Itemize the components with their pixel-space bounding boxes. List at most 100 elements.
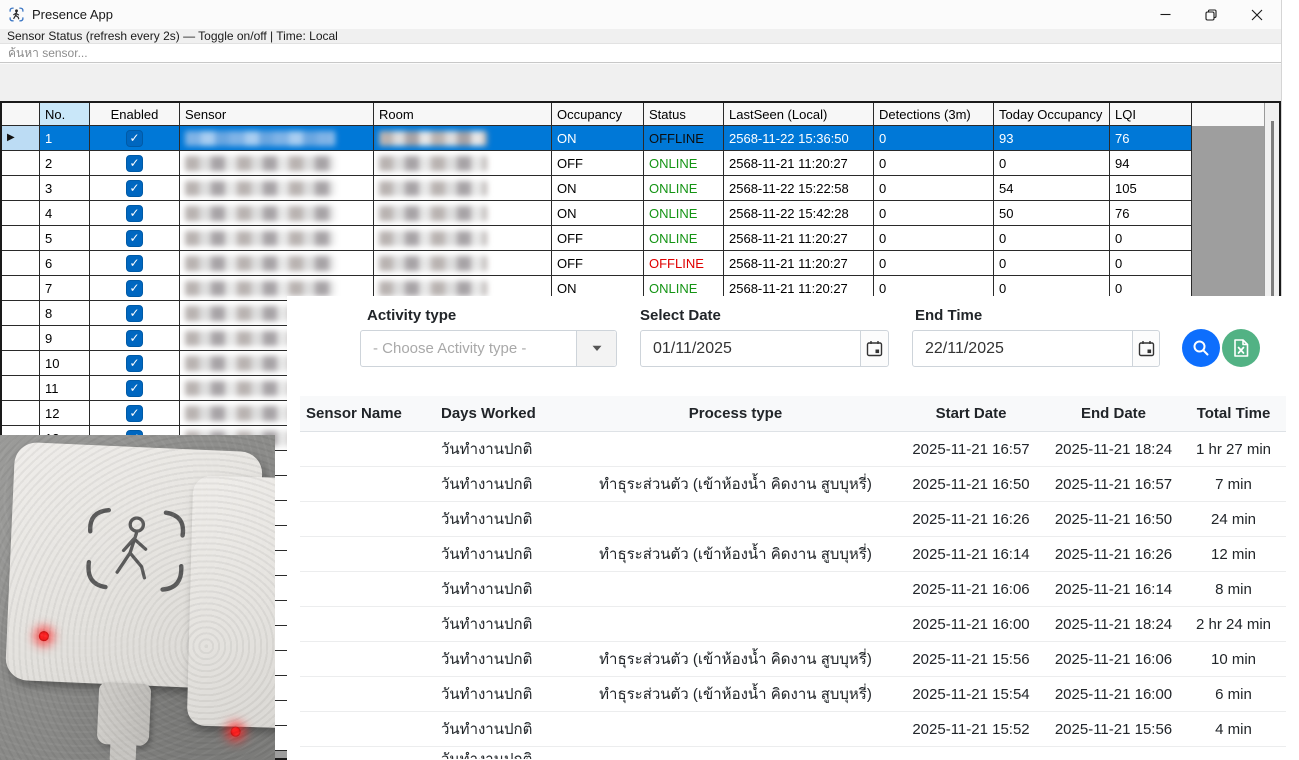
activity-total-cell: 2 hr 24 min — [1181, 616, 1286, 633]
cell-room — [374, 126, 552, 151]
sensor-photo — [0, 435, 275, 760]
status-strip: Sensor Status (refresh every 2s) — Toggl… — [0, 29, 1281, 43]
row-selector-cell[interactable] — [2, 176, 40, 201]
minimize-button[interactable] — [1142, 0, 1188, 29]
activity-days-cell: วันทำงานปกติ — [435, 542, 575, 566]
grid-column-header[interactable]: Enabled — [90, 103, 180, 126]
grid-column-header[interactable]: LQI — [1110, 103, 1192, 126]
activity-end-cell: 2025-11-21 16:26 — [1046, 546, 1181, 563]
sensor-grid-row[interactable]: 4✓ONONLINE2568-11-22 15:42:2805076 — [2, 201, 1279, 226]
enabled-checkbox[interactable]: ✓ — [126, 155, 143, 172]
cell-room — [374, 201, 552, 226]
cell-lastseen: 2568-11-22 15:42:28 — [724, 201, 874, 226]
sensor-grid-row[interactable]: 2✓OFFONLINE2568-11-21 11:20:270094 — [2, 151, 1279, 176]
activity-start-cell: 2025-11-21 16:57 — [896, 441, 1046, 458]
start-date-input[interactable] — [641, 331, 860, 366]
cell-lastseen: 2568-11-21 11:20:27 — [724, 251, 874, 276]
activity-total-cell: 8 min — [1181, 581, 1286, 598]
grid-column-header[interactable]: No. — [40, 103, 90, 126]
grid-corner-cell — [2, 103, 40, 126]
row-selector-cell[interactable] — [2, 376, 40, 401]
grid-column-header[interactable]: Status — [644, 103, 724, 126]
cell-enabled: ✓ — [90, 151, 180, 176]
row-selector-cell[interactable] — [2, 151, 40, 176]
cell-detections: 0 — [874, 176, 994, 201]
grid-column-header[interactable]: Detections (3m) — [874, 103, 994, 126]
activity-process-cell: ทำธุระส่วนตัว (เข้าห้องน้ำ คิดงาน สูบบุห… — [575, 647, 896, 671]
status-led — [230, 727, 240, 737]
grid-column-header[interactable]: Today Occupancy — [994, 103, 1110, 126]
cell-lqi: 105 — [1110, 176, 1192, 201]
activity-days-cell: วันทำงานปกติ — [435, 507, 575, 531]
end-date-field — [912, 330, 1160, 367]
search-button[interactable] — [1182, 329, 1220, 367]
cell-today-occupancy: 0 — [994, 251, 1110, 276]
activity-type-dropdown[interactable]: - Choose Activity type - — [360, 330, 617, 367]
enabled-checkbox[interactable]: ✓ — [126, 230, 143, 247]
enabled-checkbox[interactable]: ✓ — [126, 405, 143, 422]
cell-no: 7 — [40, 276, 90, 301]
activity-days-cell: วันทำงานปกติ — [435, 612, 575, 636]
redacted-room-name — [379, 131, 487, 146]
excel-file-icon — [1233, 339, 1249, 357]
row-selector-cell[interactable] — [2, 326, 40, 351]
grid-column-header[interactable]: Occupancy — [552, 103, 644, 126]
row-selector-cell[interactable] — [2, 251, 40, 276]
enabled-checkbox[interactable]: ✓ — [126, 305, 143, 322]
sensor-search-input[interactable] — [0, 44, 1281, 62]
row-selector-cell[interactable]: ▶ — [2, 126, 40, 151]
grid-column-header[interactable]: Room — [374, 103, 552, 126]
activity-end-cell: 2025-11-21 16:14 — [1046, 581, 1181, 598]
end-date-picker-button[interactable] — [1132, 331, 1159, 366]
row-selector-cell[interactable] — [2, 276, 40, 301]
redacted-room-name — [379, 281, 487, 296]
activity-start-cell: 2025-11-21 15:54 — [896, 686, 1046, 703]
select-date-label: Select Date — [640, 307, 721, 324]
activity-process-cell: ทำธุระส่วนตัว (เข้าห้องน้ำ คิดงาน สูบบุห… — [575, 682, 896, 706]
close-button[interactable] — [1234, 0, 1280, 29]
activity-row: วันทำงานปกติ2025-11-21 16:262025-11-21 1… — [300, 502, 1286, 537]
cell-occupancy: ON — [552, 126, 644, 151]
cell-detections: 0 — [874, 251, 994, 276]
cell-enabled: ✓ — [90, 126, 180, 151]
cell-enabled: ✓ — [90, 401, 180, 426]
sensor-grid-row[interactable]: ▶1✓ONOFFLINE2568-11-22 15:36:5009376 — [2, 126, 1279, 151]
cell-no: 5 — [40, 226, 90, 251]
grid-column-header[interactable]: Sensor — [180, 103, 374, 126]
end-date-input[interactable] — [913, 331, 1132, 366]
row-selector-cell[interactable] — [2, 201, 40, 226]
sensor-grid-row[interactable]: 3✓ONONLINE2568-11-22 15:22:58054105 — [2, 176, 1279, 201]
row-selector-cell[interactable] — [2, 226, 40, 251]
dropdown-toggle[interactable] — [576, 331, 616, 366]
activity-process-cell: ทำธุระส่วนตัว (เข้าห้องน้ำ คิดงาน สูบบุห… — [575, 542, 896, 566]
enabled-checkbox[interactable]: ✓ — [126, 130, 143, 147]
cell-lastseen: 2568-11-21 11:20:27 — [724, 151, 874, 176]
cell-today-occupancy: 54 — [994, 176, 1110, 201]
activity-total-cell: 1 hr 27 min — [1181, 441, 1286, 458]
enabled-checkbox[interactable]: ✓ — [126, 280, 143, 297]
enabled-checkbox[interactable]: ✓ — [126, 255, 143, 272]
activity-total-cell: 6 min — [1181, 686, 1286, 703]
enabled-checkbox[interactable]: ✓ — [126, 330, 143, 347]
enabled-checkbox[interactable]: ✓ — [126, 355, 143, 372]
enabled-checkbox[interactable]: ✓ — [126, 205, 143, 222]
start-date-picker-button[interactable] — [860, 331, 888, 366]
activity-table-body: วันทำงานปกติ 2025-11-21 16:57 2025-11-21 1… — [300, 432, 1286, 759]
restore-button[interactable] — [1188, 0, 1234, 29]
enabled-checkbox[interactable]: ✓ — [126, 180, 143, 197]
cell-room — [374, 176, 552, 201]
sensor-grid-row[interactable]: 5✓OFFONLINE2568-11-21 11:20:27000 — [2, 226, 1279, 251]
grid-column-header[interactable]: LastSeen (Local) — [724, 103, 874, 126]
redacted-sensor-name — [185, 156, 335, 171]
cell-sensor — [180, 126, 374, 151]
row-selector-cell[interactable] — [2, 351, 40, 376]
screen: Presence App Sensor Status (refresh ever… — [0, 0, 1299, 760]
export-excel-button[interactable] — [1222, 329, 1260, 367]
row-selector-cell[interactable] — [2, 301, 40, 326]
row-selector-cell[interactable] — [2, 401, 40, 426]
activity-column-header: End Date — [1046, 405, 1181, 422]
enabled-checkbox[interactable]: ✓ — [126, 380, 143, 397]
activity-type-label: Activity type — [367, 307, 456, 324]
cell-occupancy: OFF — [552, 251, 644, 276]
sensor-grid-row[interactable]: 6✓OFFOFFLINE2568-11-21 11:20:27000 — [2, 251, 1279, 276]
